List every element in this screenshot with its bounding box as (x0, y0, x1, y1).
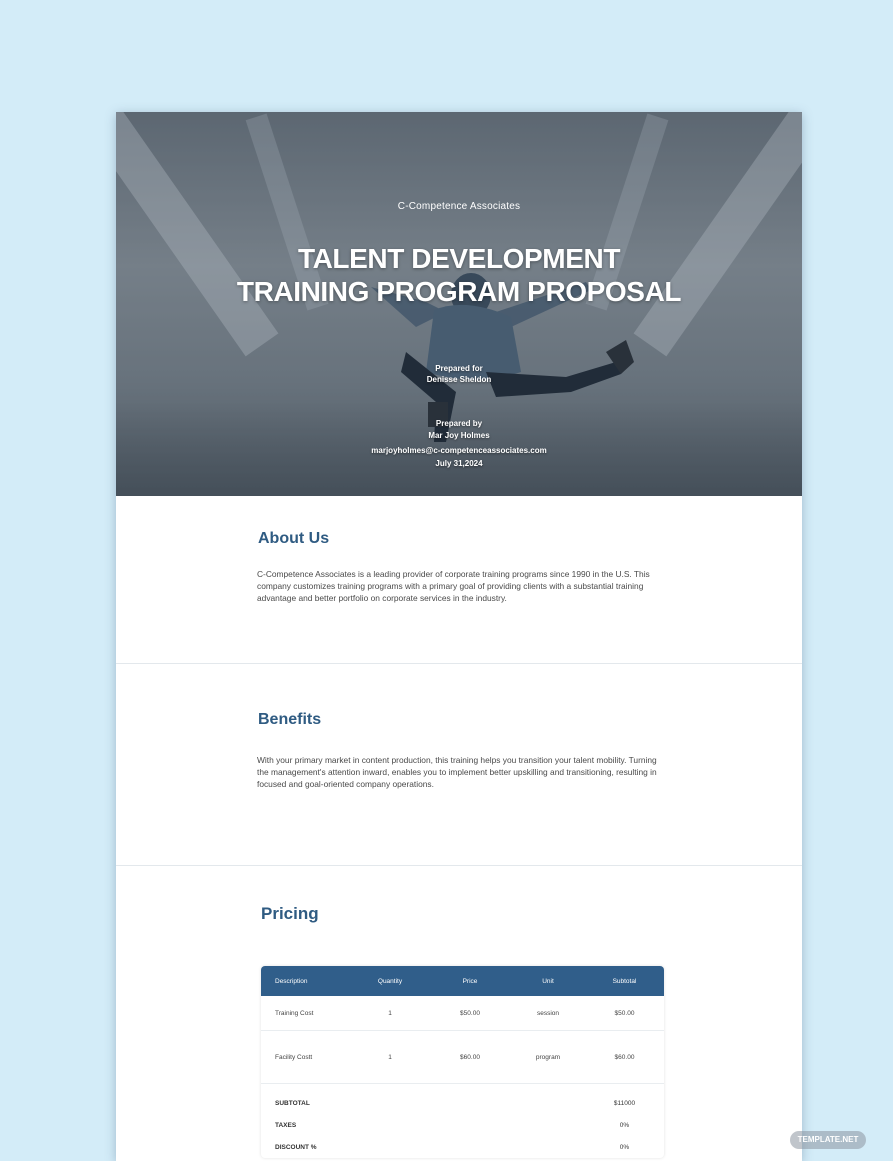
col-unit: Unit (542, 977, 554, 985)
benefits-heading: Benefits (258, 711, 322, 728)
cell-price: $50.00 (460, 1009, 480, 1017)
benefits-body: With your primary market in content prod… (257, 755, 657, 789)
summary-label: DISCOUNT % (275, 1143, 317, 1151)
pricing-table: Description Quantity Price Unit Subtotal… (261, 966, 664, 1158)
summary-row-discount: DISCOUNT % 0% (261, 1136, 664, 1158)
about-heading: About Us (258, 530, 330, 547)
summary-spacer (261, 1084, 664, 1092)
summary-value: 0% (619, 1143, 630, 1151)
summary-row-taxes: TAXES 0% (261, 1114, 664, 1136)
prepared-for-name: Denisse Sheldon (426, 375, 492, 384)
proposal-date: July 31,2024 (435, 459, 483, 468)
proposal-title: TALENT DEVELOPMENT TRAINING PROGRAM PROP… (116, 242, 802, 308)
title-line-1: TALENT DEVELOPMENT (297, 243, 621, 274)
cell-subtotal: $50.00 (614, 1009, 635, 1017)
cell-unit: program (535, 1053, 561, 1061)
prepared-for-label: Prepared for (435, 364, 483, 373)
proposal-document: C-Competence Associates TALENT DEVELOPME… (116, 112, 802, 1161)
table-header: Description Quantity Price Unit Subtotal (261, 966, 664, 996)
pricing-heading: Pricing (261, 904, 319, 923)
template-net-watermark: TEMPLATE.NET (790, 1131, 866, 1149)
prepared-by-label: Prepared by (435, 419, 483, 428)
summary-value: 0% (619, 1121, 630, 1129)
table-row: Facility Costt 1 $60.00 program $60.00 (261, 1031, 664, 1084)
summary-label: SUBTOTAL (275, 1099, 310, 1107)
hero-banner: C-Competence Associates TALENT DEVELOPME… (116, 112, 802, 496)
cell-subtotal: $60.00 (614, 1053, 635, 1061)
summary-label: TAXES (275, 1121, 297, 1129)
summary-value: $11000 (613, 1099, 636, 1107)
section-divider (116, 663, 802, 664)
col-price: Price (462, 977, 478, 985)
cell-description: Facility Costt (275, 1053, 313, 1061)
company-name: C-Competence Associates (397, 201, 521, 212)
col-description: Description (275, 977, 308, 985)
cell-quantity: 1 (388, 1009, 392, 1017)
table-row: Training Cost 1 $50.00 session $50.00 (261, 996, 664, 1031)
cell-quantity: 1 (388, 1053, 392, 1061)
col-subtotal: Subtotal (612, 977, 637, 985)
about-body: C-Competence Associates is a leading pro… (257, 569, 650, 603)
prepared-by-name: Mar Joy Holmes (428, 431, 490, 440)
col-quantity: Quantity (377, 977, 403, 985)
cell-description: Training Cost (275, 1009, 314, 1017)
summary-row-subtotal: SUBTOTAL $11000 (261, 1092, 664, 1114)
contact-email: marjoyholmes@c-competenceassociates.com (371, 446, 547, 455)
title-line-2: TRAINING PROGRAM PROPOSAL (236, 276, 682, 307)
cell-price: $60.00 (460, 1053, 480, 1061)
section-divider (116, 865, 802, 866)
cell-unit: session (536, 1009, 560, 1017)
